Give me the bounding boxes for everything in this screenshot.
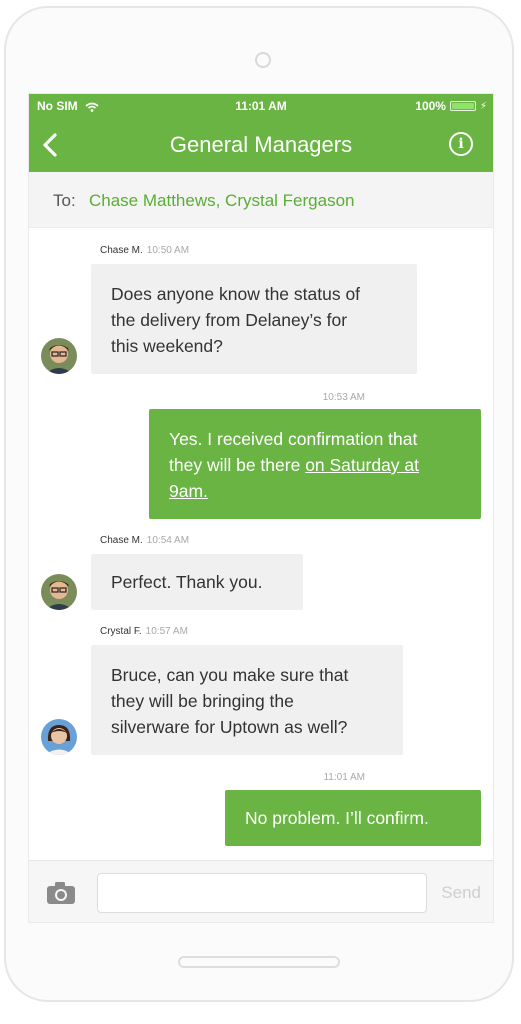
outgoing-message-bubble[interactable]: Yes. I received confirmation that they w…: [149, 409, 481, 519]
sender-name: Crystal F.: [100, 626, 142, 637]
avatar-chase[interactable]: [41, 574, 77, 610]
recipients-names[interactable]: Chase Matthews, Crystal Fergason: [89, 191, 355, 211]
info-circle-icon: i: [458, 136, 464, 152]
battery-fill: [451, 103, 474, 109]
sender-name: Chase M.: [100, 245, 143, 256]
outgoing-message-bubble[interactable]: No problem. I’ll confirm.: [225, 790, 481, 846]
info-button[interactable]: i: [449, 132, 473, 156]
message-line: Perfect. Thank you.: [111, 572, 263, 592]
message-line: Yes. I received confirmation that: [169, 429, 418, 449]
message-line: this weekend?: [111, 336, 223, 356]
message-time: 10:50 AM: [146, 245, 190, 256]
battery-percent: 100%: [415, 99, 446, 113]
front-camera: [255, 52, 271, 68]
message-line: No problem. I’ll confirm.: [245, 808, 429, 828]
home-indicator: [178, 956, 340, 968]
message-time: 10:53 AM: [322, 392, 365, 403]
camera-button[interactable]: [45, 881, 77, 905]
incoming-message-bubble[interactable]: Does anyone know the status of the deliv…: [91, 264, 417, 374]
message-line: Does anyone know the status of: [111, 284, 361, 304]
charging-icon: ⚡: [479, 100, 487, 112]
conversation-title: General Managers: [169, 132, 353, 157]
phone-frame: No SIM 11:01 AM 100% ⚡ General Managers …: [4, 6, 514, 1002]
recipients-row: To: Chase Matthews, Crystal Fergason: [29, 172, 493, 228]
message-time: 10:54 AM: [146, 535, 190, 546]
message-time: 11:01 AM: [323, 772, 365, 783]
message-line: they will be there on Saturday at: [169, 452, 461, 478]
status-bar: No SIM 11:01 AM 100% ⚡: [29, 94, 493, 118]
app-header: No SIM 11:01 AM 100% ⚡ General Managers …: [29, 94, 493, 172]
date-link[interactable]: on Saturday at: [305, 455, 419, 475]
message-line: they will be bringing the: [111, 691, 294, 711]
message-text: they will be there: [169, 455, 306, 475]
sender-name: Chase M.: [100, 535, 143, 546]
message-meta: Crystal F. 10:57 AM: [100, 626, 188, 637]
message-time: 10:57 AM: [145, 626, 188, 637]
status-right: 100% ⚡: [415, 99, 487, 113]
send-button[interactable]: Send: [441, 883, 481, 903]
date-link-continued[interactable]: 9am.: [169, 478, 461, 504]
camera-icon: [47, 882, 75, 904]
message-line: silverware for Uptown as well?: [111, 717, 348, 737]
message-input[interactable]: [97, 873, 427, 913]
message-meta: Chase M. 10:54 AM: [100, 535, 189, 546]
nav-bar: General Managers i: [29, 118, 493, 172]
message-line: the delivery from Delaney’s for: [111, 310, 348, 330]
battery-icon: [449, 101, 476, 111]
recipients-label: To:: [53, 191, 76, 210]
message-meta: Chase M. 10:50 AM: [100, 245, 189, 256]
message-composer: Send: [29, 860, 493, 922]
message-line: Bruce, can you make sure that: [111, 665, 349, 685]
incoming-message-bubble[interactable]: Perfect. Thank you.: [91, 554, 303, 610]
avatar-crystal[interactable]: [41, 719, 77, 755]
avatar-chase[interactable]: [41, 338, 77, 374]
incoming-message-bubble[interactable]: Bruce, can you make sure that they will …: [91, 645, 403, 755]
app-screen: No SIM 11:01 AM 100% ⚡ General Managers …: [28, 93, 494, 923]
